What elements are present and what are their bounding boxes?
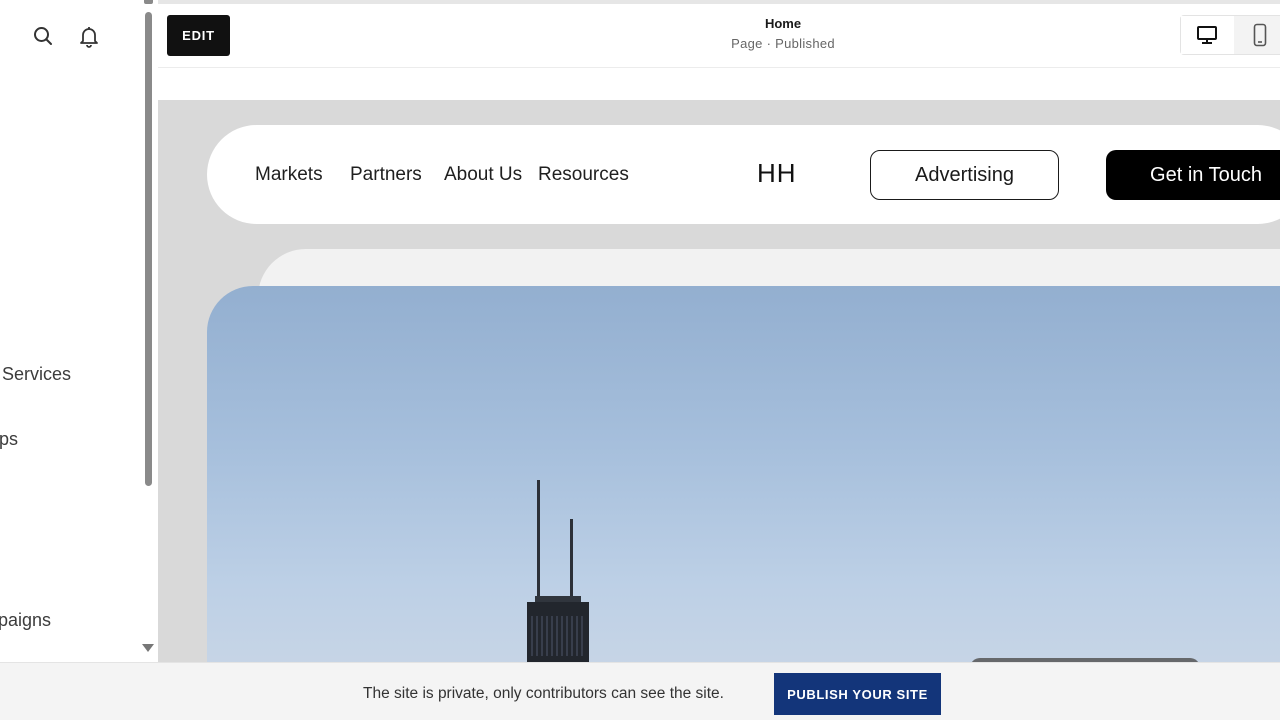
sidebar-scroll-thumb[interactable] [145,12,152,486]
private-site-message: The site is private, only contributors c… [363,685,724,702]
site-header: Markets Partners About Us Resources HH A… [207,125,1280,224]
search-icon[interactable] [31,24,55,48]
desktop-view-button[interactable] [1181,16,1233,54]
get-in-touch-button[interactable]: Get in Touch [1106,150,1280,200]
desktop-icon [1197,26,1217,44]
nav-link-resources[interactable]: Resources [538,164,629,186]
topbar-separator [158,67,1280,68]
sidebar-item-campaigns[interactable]: paigns [0,610,51,631]
nav-link-about-us[interactable]: About Us [444,164,522,186]
publish-site-button[interactable]: PUBLISH YOUR SITE [774,673,941,715]
nav-link-partners[interactable]: Partners [350,164,422,186]
sidebar-item-memberships[interactable]: ips [0,429,18,450]
site-preview-canvas[interactable]: Markets Partners About Us Resources HH A… [158,100,1280,662]
page-status: Page · Published [731,36,835,51]
editor-topbar: EDIT Home Page · Published [158,0,1280,100]
topbar-divider [158,0,1280,4]
tower-antenna-left [537,480,540,598]
sidebar-item-services[interactable]: Services [2,364,71,385]
page-title: Home [764,16,802,31]
view-mode-toggle [1180,15,1280,55]
tower-windows [531,616,585,656]
private-site-notice: The site is private, only contributors c… [0,662,1280,720]
bell-icon[interactable] [77,24,101,48]
sidebar: Services ips paigns [0,0,158,662]
nav-link-markets[interactable]: Markets [255,164,323,186]
mobile-view-button[interactable] [1234,16,1280,54]
scroll-up-arrow[interactable] [144,0,153,4]
advertising-button[interactable]: Advertising [870,150,1059,200]
hero-image [207,286,1280,662]
tower-antenna-right [570,519,573,599]
scroll-down-arrow[interactable] [142,644,154,652]
mobile-icon [1253,23,1267,47]
site-logo[interactable]: HH [757,158,797,189]
